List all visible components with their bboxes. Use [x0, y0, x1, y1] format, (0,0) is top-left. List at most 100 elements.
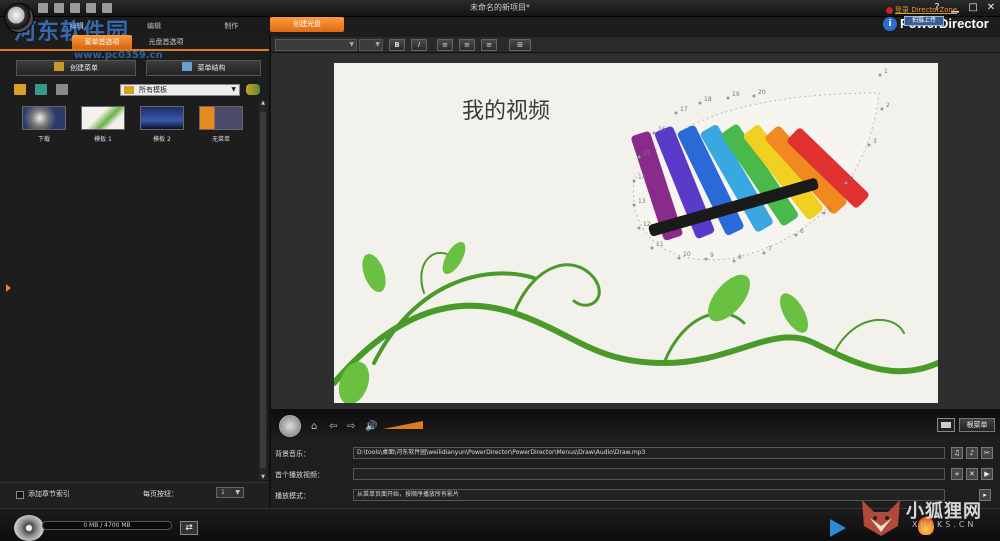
fox-logo-icon — [862, 500, 900, 536]
bg-music-field[interactable]: D:\tools\桌面\河东软件园\weilidianyun\PowerDire… — [353, 447, 945, 459]
template-label: 下载 — [37, 136, 50, 143]
leaf-dot-number: 9 — [710, 252, 714, 259]
leaf-dot-number: 16 — [658, 126, 666, 133]
app-logo-icon[interactable] — [4, 3, 34, 33]
player-controls: ⌂ ⇦ ⇨ 🔊 根菜单 — [271, 409, 1000, 442]
create-menu-button[interactable]: 创建菜单 — [16, 60, 136, 76]
swap-icon[interactable]: ⇄ — [180, 521, 198, 535]
play-video-icon[interactable]: ▶ — [981, 468, 993, 480]
add-index-label: 添加章节索引 — [28, 490, 70, 498]
chevron-down-icon: ▼ — [235, 489, 240, 496]
next-icon[interactable]: ⇨ — [347, 421, 355, 432]
first-play-field[interactable] — [353, 468, 945, 480]
user-icon[interactable] — [56, 84, 68, 95]
scroll-thumb[interactable] — [260, 112, 266, 468]
remove-video-icon[interactable]: ✕ — [966, 468, 978, 480]
remove-music-icon[interactable]: ✂ — [981, 447, 993, 459]
leaf-dot — [822, 211, 826, 215]
upload-tooltip[interactable]: 拍摄上传 — [904, 16, 944, 26]
leaf-dot-number: 10 — [683, 251, 691, 258]
template-item[interactable]: 无菜单 — [199, 106, 243, 143]
leaf-dot — [844, 181, 848, 185]
template-scrollbar[interactable]: ▲ ▼ — [259, 100, 267, 480]
add-music-icon[interactable]: ♫ — [951, 447, 963, 459]
previous-icon[interactable]: ⇦ — [329, 421, 337, 432]
status-bar: 0 MB / 4700 MB ⇄ — [0, 508, 1000, 541]
info-icon[interactable]: i — [883, 16, 897, 31]
fullscreen-button[interactable] — [937, 418, 955, 432]
volume-slider[interactable] — [383, 421, 423, 429]
play-mode-label: 播放模式： — [275, 492, 310, 500]
template-filter-dropdown[interactable]: 所有模板 ▼ — [120, 84, 240, 96]
menu-structure-label: 菜单结构 — [197, 64, 226, 72]
per-page-select[interactable]: 1 ▼ — [216, 487, 244, 498]
grid-layout-icon[interactable]: ⊞ — [509, 39, 531, 51]
template-filter-value: 所有模板 — [139, 86, 167, 94]
play-button[interactable] — [279, 415, 301, 437]
leaf-dot — [732, 259, 736, 263]
maximize-icon[interactable]: □ — [968, 2, 978, 14]
template-item[interactable]: 模板 2 — [140, 106, 184, 143]
align-right-icon[interactable]: ≡ — [481, 39, 497, 51]
leaf-dot-number: 20 — [758, 89, 766, 96]
leaf-dot-number: 12 — [643, 221, 651, 228]
menu-title-text[interactable]: 我的视频 — [462, 93, 550, 125]
leaf-dot-number: 7 — [768, 246, 772, 253]
tab-disc-preferences[interactable]: 光盘首选项 — [136, 35, 196, 49]
leaf-dot-number: 1 — [884, 68, 888, 75]
per-page-value: 1 — [221, 489, 225, 496]
leaf-dot — [867, 143, 871, 147]
tab-produce[interactable]: 制作 — [193, 17, 270, 35]
font-select[interactable]: ▼ — [275, 39, 357, 51]
window-title: 未命名的新项目* — [470, 3, 530, 12]
align-left-icon[interactable]: ≡ — [437, 39, 453, 51]
create-menu-label: 创建菜单 — [70, 64, 98, 72]
preview-disc-icon[interactable] — [830, 519, 846, 537]
template-1-thumbnail — [81, 106, 125, 130]
panel-expand-icon[interactable] — [6, 284, 11, 292]
music-settings-icon[interactable]: ♪ — [966, 447, 978, 459]
tab-create-disc[interactable]: 创建光盘 — [270, 17, 344, 32]
template-item[interactable]: 下载 — [22, 106, 66, 143]
menu-structure-button[interactable]: 菜单结构 — [146, 60, 261, 76]
align-center-icon[interactable]: ≡ — [459, 39, 475, 51]
scroll-down-icon[interactable]: ▼ — [259, 474, 267, 480]
folder-icon — [124, 86, 134, 94]
play-mode-field[interactable]: 从菜单页面开始，按顺序播放所有影片 — [353, 489, 945, 501]
login-link[interactable]: 登录 DirectorZone — [886, 5, 957, 15]
leaf-dot-number: 8 — [738, 254, 742, 261]
directorzone-download-icon[interactable] — [35, 84, 47, 95]
leaf-dot-number: 14 — [638, 174, 646, 181]
leaf-dot — [704, 257, 708, 261]
disc-icon[interactable] — [14, 515, 44, 541]
chevron-down-icon: ▼ — [231, 86, 236, 93]
leaf-dot — [652, 131, 656, 135]
leaf-dot — [632, 179, 636, 183]
add-index-checkbox[interactable] — [16, 491, 24, 499]
leaf-dot — [878, 73, 882, 77]
font-size-select[interactable]: ▼ — [359, 39, 383, 51]
leaf-dot-number: 3 — [873, 138, 877, 145]
sub-tabs: 菜单首选项 光盘首选项 — [0, 35, 270, 51]
root-menu-button[interactable]: 根菜单 — [959, 418, 995, 432]
import-folder-icon[interactable] — [14, 84, 26, 95]
menu-preview[interactable]: 1 2 3 4 5 6 7 8 9 10 11 12 13 14 15 16 17 18 19 20 我的视频 — [334, 63, 938, 403]
add-video-icon[interactable]: + — [951, 468, 963, 480]
first-play-row: 首个播放视频： + ✕ ▶ — [271, 466, 1000, 482]
leaf-dot-number: 4 — [850, 176, 854, 183]
close-icon[interactable]: ✕ — [986, 2, 996, 14]
home-icon[interactable]: ⌂ — [311, 421, 317, 432]
directorzone-icon — [886, 6, 893, 14]
login-label: 登录 DirectorZone — [895, 6, 958, 14]
leaf-dot — [637, 226, 641, 230]
leaf-dot — [794, 233, 798, 237]
tab-menu-preferences[interactable]: 菜单首选项 — [72, 35, 132, 49]
template-item[interactable]: 模板 1 — [81, 106, 125, 143]
leaf-dot — [698, 101, 702, 105]
bold-button[interactable]: B — [389, 39, 405, 51]
italic-button[interactable]: I — [411, 39, 427, 51]
template-tools-icon[interactable] — [246, 84, 260, 95]
scroll-up-icon[interactable]: ▲ — [259, 100, 267, 106]
template-label: 模板 1 — [94, 136, 112, 143]
volume-icon[interactable]: 🔊 — [365, 421, 377, 432]
